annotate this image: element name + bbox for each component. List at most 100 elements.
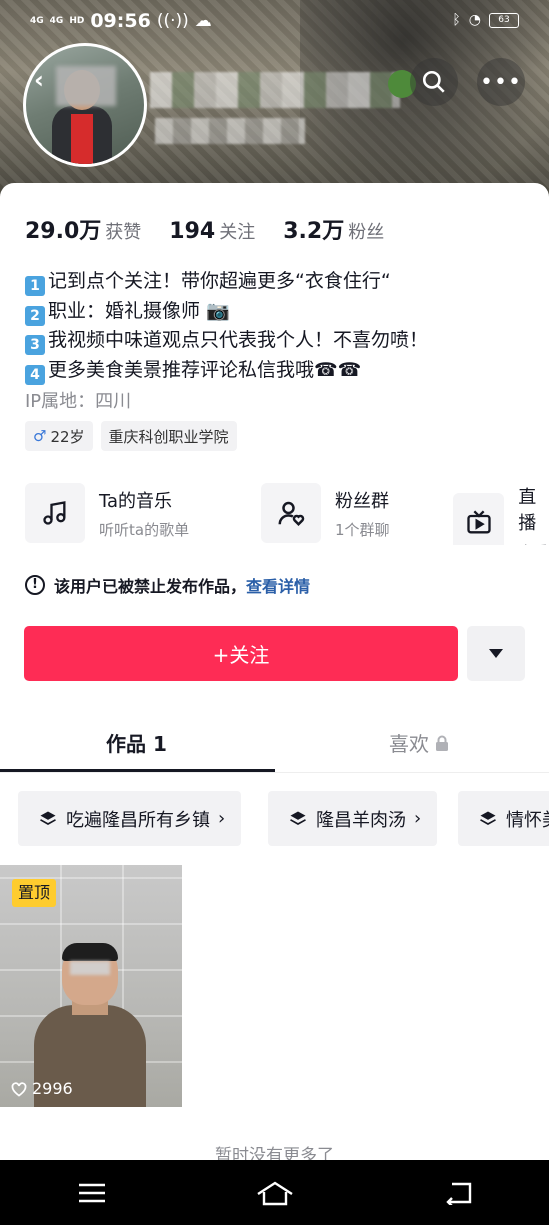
feature-title: 粉丝群: [335, 490, 389, 512]
home-icon: [256, 1181, 293, 1205]
stat-following[interactable]: 194 关注: [169, 218, 255, 244]
follow-button[interactable]: +关注: [24, 626, 458, 681]
battery-icon: 63: [489, 12, 519, 28]
feature-music[interactable]: Ta的音乐 听听ta的歌单: [25, 483, 189, 543]
feature-row: Ta的音乐 听听ta的歌单 粉丝群 1个群聊 直播 查看: [25, 483, 549, 545]
stat-value: 29.0万: [25, 219, 102, 244]
collection-chip[interactable]: 隆昌羊肉汤 ›: [268, 791, 438, 846]
more-button[interactable]: •••: [477, 58, 525, 106]
ip-location: IP属地：四川: [25, 391, 132, 412]
school-label: 重庆科创职业学院: [108, 427, 229, 446]
video-person-hair: [62, 943, 118, 961]
weather-icon: ☁: [194, 11, 212, 31]
back-arrow-icon: [445, 1182, 471, 1205]
alarm-icon: ◔: [468, 12, 481, 28]
status-bar: 4G 4G HD 09:56 ((·)) ☁ ᛒ ◔ 63: [0, 0, 549, 42]
hd-indicator: HD: [69, 16, 85, 26]
chevron-right-icon: ›: [414, 808, 422, 829]
menu-icon: [78, 1183, 105, 1202]
music-note-icon: [25, 483, 85, 543]
collection-chip[interactable]: 情怀美食: [458, 791, 549, 846]
layers-icon: [290, 811, 306, 825]
bio-text: 记到点个关注！带你超遍更多“衣食住行“: [48, 270, 391, 292]
stats-row: 29.0万 获赞 194 关注 3.2万 粉丝: [25, 213, 384, 245]
tab-likes[interactable]: 喜欢: [389, 728, 449, 757]
pinned-badge: 置顶: [12, 879, 57, 907]
bio-line: 1 记到点个关注！带你超遍更多“衣食住行“: [25, 267, 428, 297]
clock: 09:56: [90, 10, 151, 32]
more-options-button[interactable]: [467, 626, 525, 681]
view-details-link[interactable]: 查看详情: [246, 577, 310, 596]
content-tabs: 作品 1 喜欢: [0, 718, 549, 773]
signal-indicator: 4G: [49, 16, 64, 26]
stat-label: 获赞: [105, 222, 142, 243]
avatar-mosaic: [56, 66, 116, 106]
feature-live[interactable]: 直播 查看: [453, 483, 549, 545]
caret-down-icon: [489, 648, 503, 658]
active-tab-indicator: [0, 769, 275, 772]
feature-title: Ta的音乐: [99, 490, 173, 512]
back-icon[interactable]: ‹: [34, 66, 64, 96]
video-likes: 2996: [10, 1079, 73, 1098]
home-nav-button[interactable]: [245, 1173, 305, 1213]
collection-chip[interactable]: 吃遍隆昌所有乡镇 ›: [18, 791, 242, 846]
profile-tags: ♂ 22岁 重庆科创职业学院: [25, 421, 237, 451]
age-tag: ♂ 22岁: [25, 421, 93, 451]
signal-indicator: 4G: [30, 16, 44, 26]
profile-sheet: 29.0万 获赞 194 关注 3.2万 粉丝 1 记到点个关注！带你超遍更多“衣食住行…: [0, 183, 549, 1225]
bluetooth-icon: ᛒ: [452, 12, 461, 28]
number-badge: 1: [25, 276, 45, 296]
search-button[interactable]: [410, 58, 458, 106]
layers-icon: [480, 811, 496, 825]
back-nav-button[interactable]: [428, 1173, 488, 1213]
feature-title: 直播: [518, 487, 537, 534]
stat-value: 3.2万: [283, 219, 345, 244]
number-badge: 4: [25, 364, 45, 385]
collection-label: 情怀美食: [506, 809, 549, 831]
stat-followers[interactable]: 3.2万 粉丝: [283, 213, 384, 245]
bio: 1 记到点个关注！带你超遍更多“衣食住行“ 2 职业：婚礼摄像师 📷 3 我视频中味道…: [25, 267, 428, 385]
collection-label: 隆昌羊肉汤: [316, 809, 406, 831]
ban-notice: ! 该用户已被禁止发布作品，查看详情: [25, 573, 310, 597]
bio-line: 4 更多美食美景推荐评论私信我哦☎☎: [25, 356, 428, 386]
notice-text: 该用户已被禁止发布作品，: [54, 577, 247, 596]
number-badge: 2: [25, 305, 45, 326]
tv-icon: [453, 492, 505, 545]
bio-line: 3 我视频中味道观点只代表我个人！不喜勿喷！: [25, 326, 428, 356]
hotspot-icon: ((·)): [156, 11, 189, 31]
tab-likes-label: 喜欢: [389, 732, 429, 756]
warning-icon: !: [25, 575, 45, 595]
search-icon: [422, 70, 445, 93]
more-icon: •••: [480, 69, 522, 95]
user-id-mosaic: [155, 118, 305, 144]
bio-text: 职业：婚礼摄像师 📷: [48, 299, 230, 322]
number-badge: 3: [25, 335, 45, 355]
stat-label: 关注: [219, 222, 256, 243]
avatar[interactable]: [23, 43, 147, 167]
chevron-right-icon: ›: [218, 808, 226, 829]
menu-nav-button[interactable]: [62, 1173, 122, 1213]
feature-subtitle: 听听ta的歌单: [99, 520, 190, 539]
bio-text: 更多美食美景推荐评论私信我哦☎☎: [48, 358, 362, 381]
collection-label: 吃遍隆昌所有乡镇: [66, 809, 210, 831]
video-mosaic: [70, 961, 110, 975]
system-nav-bar: [0, 1160, 549, 1225]
stat-value: 194: [169, 219, 216, 244]
username-mosaic: [150, 72, 400, 108]
feature-subtitle: 查看: [518, 541, 549, 545]
video-like-count: 2996: [32, 1079, 73, 1098]
lock-icon: [436, 735, 448, 751]
feature-fan-group[interactable]: 粉丝群 1个群聊: [261, 483, 390, 543]
collection-chips: 吃遍隆昌所有乡镇 › 隆昌羊肉汤 › 情怀美食: [18, 791, 549, 847]
male-icon: ♂: [33, 427, 47, 445]
avatar-red-shirt: [71, 114, 93, 164]
video-thumbnail[interactable]: 置顶 2996: [0, 865, 182, 1107]
layers-icon: [40, 811, 56, 825]
tab-works[interactable]: 作品 1: [106, 728, 167, 757]
fan-group-icon: [261, 483, 321, 543]
age-label: 22岁: [50, 427, 85, 446]
stat-likes: 29.0万 获赞: [25, 213, 141, 245]
school-tag[interactable]: 重庆科创职业学院: [100, 421, 237, 451]
stat-label: 粉丝: [348, 222, 385, 243]
bio-line: 2 职业：婚礼摄像师 📷: [25, 297, 428, 327]
